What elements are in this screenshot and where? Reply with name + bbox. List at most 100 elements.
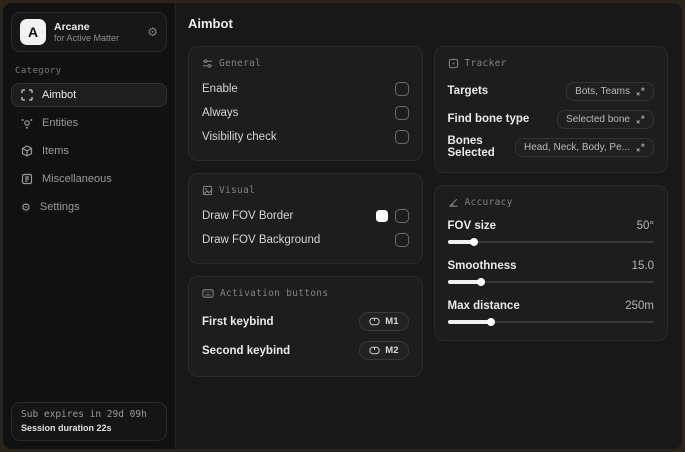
mouse-icon — [369, 317, 380, 326]
setting-label: FOV size — [447, 220, 497, 232]
second-keybind-button[interactable]: M2 — [359, 341, 409, 360]
setting-label: Find bone type — [447, 113, 530, 125]
sidebar-nav: Aimbot Entities Items Miscellaneous ⚙ Se… — [11, 83, 167, 219]
list-icon — [21, 173, 33, 185]
section-title: Accuracy — [464, 197, 513, 208]
setting-label: Max distance — [447, 300, 520, 312]
keybind-value: M2 — [385, 345, 399, 356]
app-window: A Arcane for Active Matter ⚙ Category Ai… — [2, 2, 683, 450]
gear-icon: ⚙ — [21, 201, 31, 214]
visual-card: Visual Draw FOV Border Draw FOV Backgrou… — [188, 173, 423, 264]
sidebar-item-label: Settings — [39, 201, 80, 213]
visibility-check-checkbox[interactable] — [394, 130, 409, 144]
app-logo: A — [20, 19, 46, 45]
page-title: Aimbot — [188, 16, 233, 31]
slider-group-smoothness: Smoothness 15.0 — [447, 257, 654, 286]
sub-expiry-text: Sub expires in 29d 09h — [21, 409, 147, 421]
section-title: General — [219, 58, 262, 69]
always-checkbox[interactable] — [394, 106, 409, 120]
enable-checkbox[interactable] — [394, 82, 409, 96]
brand-subtitle: for Active Matter — [54, 32, 120, 43]
setting-row: Enable — [202, 78, 409, 100]
section-title: Visual — [219, 185, 256, 196]
slider-value: 50° — [636, 220, 654, 232]
left-column: General Enable Always Visibility check V… — [188, 46, 423, 377]
tracker-card: Tracker Targets Bots, Teams Find bone ty… — [433, 46, 668, 173]
slider-group-fov: FOV size 50° — [447, 217, 654, 246]
fov-border-checkbox[interactable] — [394, 209, 409, 223]
slider-thumb[interactable] — [470, 238, 479, 246]
gear-icon[interactable]: ⚙ — [147, 25, 158, 39]
setting-row: Targets Bots, Teams — [447, 78, 654, 104]
brand-text: Arcane for Active Matter — [54, 21, 139, 43]
find-bone-type-dropdown[interactable]: Selected bone — [557, 109, 654, 129]
first-keybind-button[interactable]: M1 — [359, 312, 409, 331]
sidebar-item-label: Items — [42, 145, 69, 157]
image-icon — [202, 185, 213, 196]
cube-icon — [21, 145, 33, 157]
content-columns: General Enable Always Visibility check V… — [188, 46, 668, 377]
setting-label: Second keybind — [202, 344, 291, 357]
bones-selected-dropdown[interactable]: Head, Neck, Body, Pe... — [515, 137, 654, 157]
accuracy-card: Accuracy FOV size 50° Smoothness 15.0 Ma… — [433, 185, 668, 341]
setting-row: Always — [202, 102, 409, 124]
slider-thumb[interactable] — [486, 318, 495, 326]
setting-row: Draw FOV Border — [202, 205, 409, 227]
dropdown-value: Head, Neck, Body, Pe... — [524, 141, 630, 153]
activation-header: Activation buttons — [202, 288, 409, 299]
expand-icon — [636, 115, 645, 124]
fov-background-checkbox[interactable] — [394, 233, 409, 247]
setting-label: Enable — [202, 83, 238, 95]
mouse-icon — [369, 346, 380, 355]
section-title: Tracker — [464, 58, 507, 69]
setting-label: Targets — [447, 85, 489, 97]
visual-header: Visual — [202, 185, 409, 196]
angle-icon — [448, 197, 459, 208]
setting-row: Draw FOV Background — [202, 229, 409, 251]
crosshair-icon — [21, 89, 33, 101]
sidebar-item-label: Aimbot — [42, 89, 77, 101]
section-title: Activation buttons — [220, 288, 329, 299]
setting-row: Bones Selected Head, Neck, Body, Pe... — [447, 134, 654, 160]
slider-fill — [447, 320, 491, 324]
brand-card: A Arcane for Active Matter ⚙ — [11, 12, 167, 52]
sidebar-item-label: Entities — [42, 117, 79, 129]
sidebar-item-aimbot[interactable]: Aimbot — [11, 83, 167, 107]
session-duration-text: Session duration 22s — [21, 422, 112, 433]
setting-label: Visibility check — [202, 131, 277, 143]
slider-thumb[interactable] — [476, 278, 485, 286]
sidebar-item-items[interactable]: Items — [11, 139, 167, 163]
right-column: Tracker Targets Bots, Teams Find bone ty… — [433, 46, 668, 377]
setting-label: Draw FOV Border — [202, 210, 294, 222]
accuracy-header: Accuracy — [448, 197, 655, 208]
activation-card: Activation buttons First keybind M1 Seco… — [188, 276, 423, 377]
brand-title: Arcane — [54, 20, 90, 33]
dropdown-value: Selected bone — [566, 113, 630, 125]
slider-value: 15.0 — [631, 260, 654, 272]
sidebar-item-settings[interactable]: ⚙ Settings — [11, 195, 167, 219]
keybind-value: M1 — [385, 316, 399, 327]
slider-track[interactable] — [447, 241, 654, 243]
main-content: Aimbot General Enable Always Visibility … — [176, 3, 682, 449]
sliders-icon — [202, 58, 213, 69]
setting-row: Second keybind M2 — [202, 337, 409, 364]
targets-dropdown[interactable]: Bots, Teams — [566, 81, 654, 101]
sidebar-item-entities[interactable]: Entities — [11, 111, 167, 135]
radar-icon — [448, 58, 459, 69]
sidebar-item-miscellaneous[interactable]: Miscellaneous — [11, 167, 167, 191]
setting-label: Bones Selected — [447, 135, 495, 159]
tracker-header: Tracker — [448, 58, 655, 69]
expand-icon — [636, 87, 645, 96]
subscription-card: Sub expires in 29d 09h Session duration … — [11, 402, 167, 441]
sidebar: A Arcane for Active Matter ⚙ Category Ai… — [3, 3, 176, 449]
smoothness-slider[interactable] — [447, 278, 654, 286]
setting-row: Visibility check — [202, 126, 409, 148]
fov-size-slider[interactable] — [447, 238, 654, 246]
setting-row: Find bone type Selected bone — [447, 106, 654, 132]
color-swatch[interactable] — [375, 210, 388, 222]
max-distance-slider[interactable] — [447, 318, 654, 326]
category-label: Category — [15, 66, 62, 76]
setting-label: Smoothness — [447, 260, 517, 272]
expand-icon — [636, 143, 645, 152]
sidebar-item-label: Miscellaneous — [42, 173, 112, 185]
